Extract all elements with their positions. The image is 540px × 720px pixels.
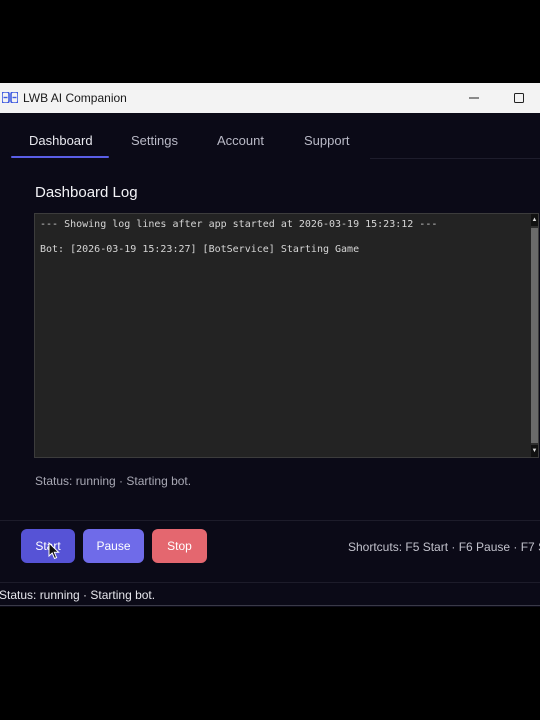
app-logo-icon: [2, 92, 18, 103]
tab-bar: Dashboard Settings Account Support: [0, 113, 540, 159]
divider: [0, 520, 540, 521]
section-title: Dashboard Log: [35, 184, 138, 201]
maximize-button[interactable]: [499, 83, 539, 113]
minimize-button[interactable]: [454, 83, 494, 113]
scroll-up-icon[interactable]: ▲: [531, 214, 538, 226]
active-tab-indicator: [11, 156, 109, 158]
title-bar: LWB AI Companion: [0, 83, 540, 113]
scrollbar-thumb[interactable]: [531, 228, 538, 443]
stop-button[interactable]: Stop: [152, 529, 207, 563]
divider: [0, 582, 540, 583]
status-bar-border: [0, 605, 540, 606]
tab-settings[interactable]: Settings: [131, 133, 178, 148]
tab-support[interactable]: Support: [304, 133, 350, 148]
maximize-icon: [514, 93, 524, 103]
window-title: LWB AI Companion: [23, 91, 127, 105]
pause-button[interactable]: Pause: [83, 529, 144, 563]
dashboard-status-text: Status: running · Starting bot.: [35, 474, 192, 488]
log-textarea[interactable]: --- Showing log lines after app started …: [34, 213, 539, 458]
log-line: Bot: [2026-03-19 15:23:27] [BotService] …: [40, 244, 360, 255]
tab-bar-divider: [370, 158, 540, 159]
log-line: --- Showing log lines after app started …: [40, 219, 438, 230]
tab-account[interactable]: Account: [217, 133, 264, 148]
log-scrollbar[interactable]: ▲ ▼: [531, 214, 538, 457]
shortcuts-hint: Shortcuts: F5 Start · F6 Pause · F7 S: [348, 540, 540, 554]
app-window: LWB AI Companion Dashboard Settings Acco…: [0, 83, 540, 607]
minimize-icon: [469, 97, 479, 99]
status-bar-text: Status: running · Starting bot.: [0, 588, 156, 602]
scroll-down-icon[interactable]: ▼: [531, 445, 538, 457]
tab-dashboard[interactable]: Dashboard: [29, 133, 93, 148]
mouse-pointer-icon: [48, 542, 60, 560]
